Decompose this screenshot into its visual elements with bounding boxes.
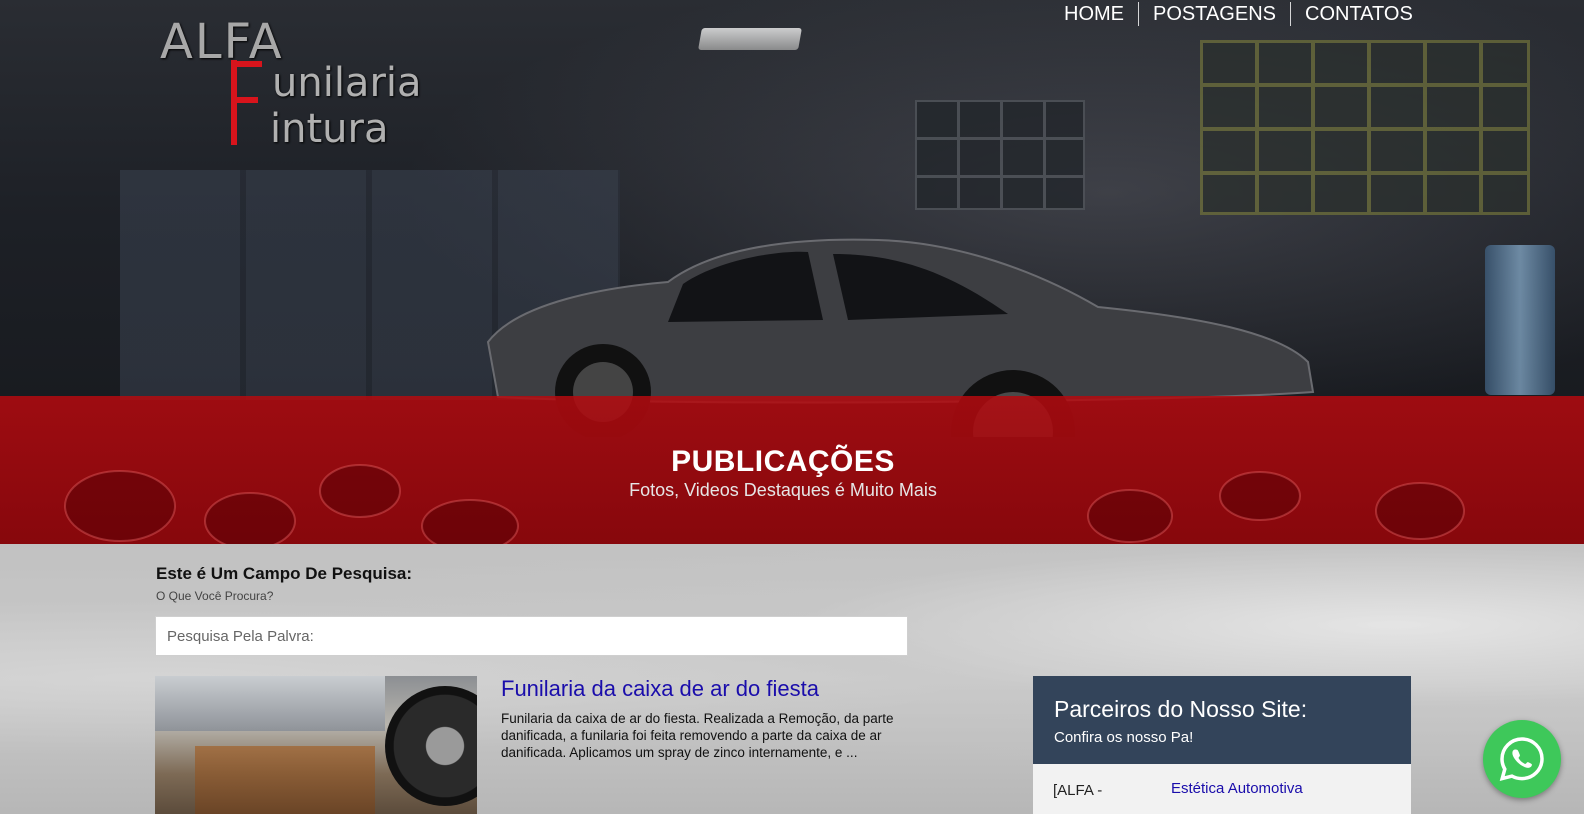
search-subheading: O Que Você Procura? (156, 589, 274, 603)
partners-title: Parceiros do Nosso Site: (1054, 696, 1308, 722)
post-title-link[interactable]: Funilaria da caixa de ar do fiesta (501, 676, 819, 702)
partner-item: [ALFA - Estética Automotiva (1033, 764, 1411, 814)
page-subtitle: Fotos, Videos Destaques é Muito Mais (629, 480, 937, 500)
post-thumbnail[interactable] (155, 676, 477, 814)
whatsapp-icon (1499, 737, 1544, 782)
hero-banner: ALFA unilaria intura HOME POSTAGENS CONT… (0, 0, 1584, 548)
car-panel-shape (155, 676, 385, 731)
nav-contatos-link[interactable]: CONTATOS (1291, 2, 1427, 26)
nav-divider (1290, 2, 1291, 26)
partners-widget: Parceiros do Nosso Site: Confira os noss… (1033, 676, 1411, 814)
barrel-background (1485, 245, 1555, 395)
partners-header: Parceiros do Nosso Site: Confira os noss… (1033, 676, 1411, 764)
nav-postagens-link[interactable]: POSTAGENS (1139, 2, 1290, 26)
ceiling-lamp (698, 28, 802, 50)
tire-shape (385, 686, 477, 806)
partner-link[interactable]: Estética Automotiva (1171, 780, 1303, 797)
logo-text-pintura: intura (270, 106, 389, 152)
logo-f-mark (231, 60, 262, 145)
nav-divider (1138, 2, 1139, 26)
nav-home-link[interactable]: HOME (1050, 2, 1138, 26)
whatsapp-button[interactable] (1483, 720, 1561, 798)
search-input[interactable] (155, 616, 908, 656)
rust-shape (195, 746, 375, 814)
garage-window-background (915, 100, 1085, 210)
partners-subtitle: Confira os nosso Pa! (1054, 729, 1194, 746)
site-logo[interactable]: ALFA unilaria intura (160, 8, 440, 152)
page-title: PUBLICAÇÕES (671, 445, 895, 478)
logo-text-funilaria: unilaria (272, 60, 422, 106)
search-heading: Este é Um Campo De Pesquisa: (156, 564, 413, 583)
content-section: Este é Um Campo De Pesquisa: O Que Você … (0, 544, 1584, 814)
partner-image-broken[interactable]: [ALFA - (1053, 782, 1102, 799)
post-excerpt: Funilaria da caixa de ar do fiesta. Real… (501, 711, 894, 760)
garage-window-background (1200, 40, 1530, 215)
main-nav: HOME POSTAGENS CONTATOS (1050, 2, 1427, 26)
